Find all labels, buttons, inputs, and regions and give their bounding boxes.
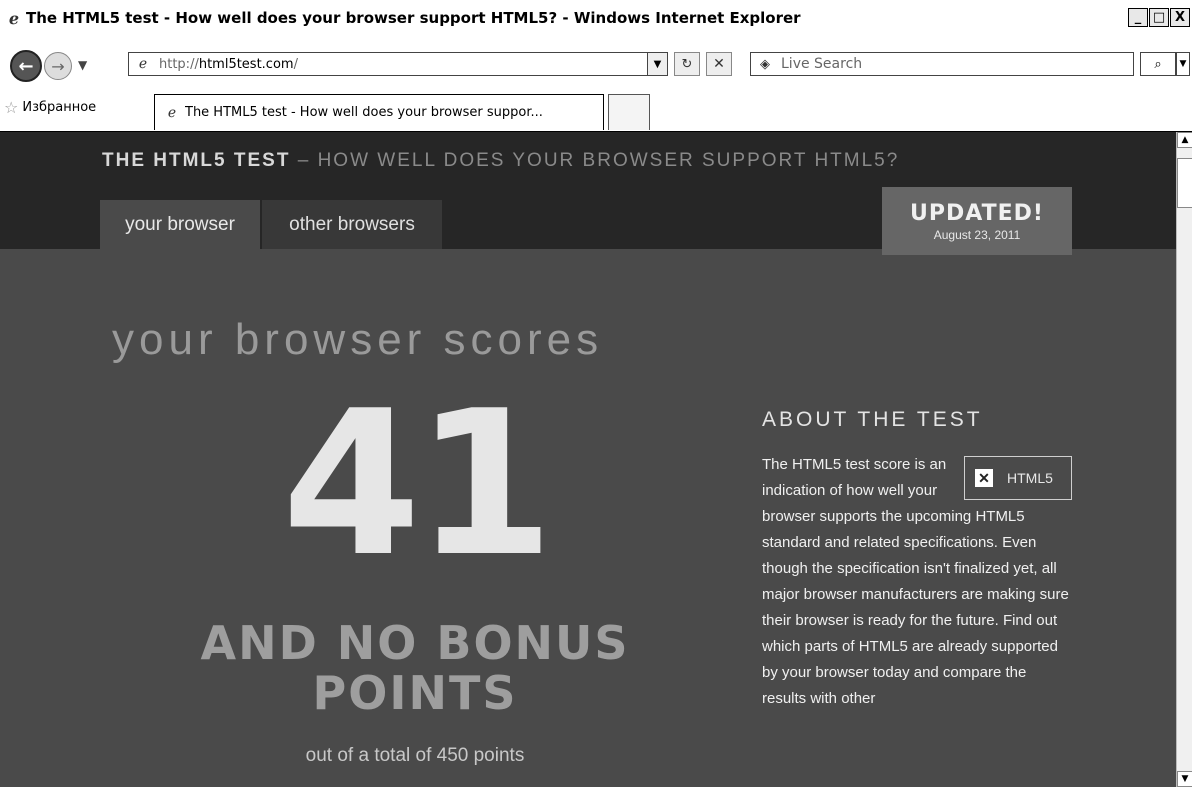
tab-your-browser[interactable]: your browser bbox=[100, 200, 260, 249]
back-button[interactable]: ← bbox=[10, 50, 42, 82]
html5-badge[interactable]: ✕ HTML5 bbox=[964, 456, 1072, 500]
site-header: THE HTML5 TEST – HOW WELL DOES YOUR BROW… bbox=[0, 132, 1176, 255]
html5-badge-label: HTML5 bbox=[1007, 470, 1053, 486]
tab-other-browsers[interactable]: other browsers bbox=[262, 200, 442, 249]
html5-x-icon: ✕ bbox=[975, 469, 993, 487]
search-icon: ⌕ bbox=[1154, 56, 1162, 72]
scroll-up-icon[interactable]: ▲ bbox=[1177, 132, 1192, 148]
tab-label: The HTML5 test - How well does your brow… bbox=[185, 105, 543, 120]
favorites-label: Избранное bbox=[22, 100, 97, 115]
page-icon: ℯ bbox=[167, 104, 177, 121]
bonus-text: AND NO BONUS POINTS bbox=[200, 616, 630, 720]
refresh-icon: ↻ bbox=[681, 56, 693, 72]
page-icon: ℯ bbox=[138, 56, 148, 72]
maximize-button[interactable]: □ bbox=[1149, 8, 1169, 27]
window-titlebar: ℯ The HTML5 test - How well does your br… bbox=[0, 0, 1192, 44]
close-button[interactable]: X bbox=[1170, 8, 1190, 27]
scroll-down-icon[interactable]: ▼ bbox=[1177, 771, 1192, 787]
score-value: 41 bbox=[281, 368, 554, 601]
search-placeholder: Live Search bbox=[781, 56, 863, 72]
tab-bar: ☆ Избранное ℯ The HTML5 test - How well … bbox=[0, 84, 1192, 132]
about-heading: ABOUT THE TEST bbox=[762, 408, 983, 431]
vertical-scrollbar[interactable]: ▲ ▼ bbox=[1176, 132, 1192, 787]
search-input[interactable]: ◈ Live Search bbox=[750, 52, 1134, 76]
total-points: out of a total of 450 points bbox=[305, 745, 525, 766]
refresh-button[interactable]: ↻ bbox=[674, 52, 700, 76]
ie-logo-icon: ℯ bbox=[8, 8, 20, 28]
navigation-toolbar: ← → ▼ ℯ http://html5test.com/ ▼ ↻ ✕ ◈ Li… bbox=[0, 44, 1192, 84]
updated-label: UPDATED! bbox=[910, 200, 1044, 226]
window-title: The HTML5 test - How well does your brow… bbox=[26, 9, 801, 27]
scroll-thumb[interactable] bbox=[1177, 158, 1192, 208]
stop-icon: ✕ bbox=[713, 56, 725, 72]
search-button[interactable]: ⌕ bbox=[1140, 52, 1176, 76]
updated-date: August 23, 2011 bbox=[933, 227, 1021, 242]
page-viewport: THE HTML5 TEST – HOW WELL DOES YOUR BROW… bbox=[0, 132, 1176, 787]
live-search-icon: ◈ bbox=[760, 56, 770, 72]
site-title: THE HTML5 TEST – HOW WELL DOES YOUR BROW… bbox=[102, 150, 900, 171]
stop-button[interactable]: ✕ bbox=[706, 52, 732, 76]
history-dropdown-icon[interactable]: ▼ bbox=[78, 58, 87, 72]
tab-html5test[interactable]: ℯ The HTML5 test - How well does your br… bbox=[154, 94, 604, 130]
address-dropdown-icon[interactable]: ▼ bbox=[647, 53, 667, 75]
about-text: ✕ HTML5 The HTML5 test score is an indic… bbox=[762, 452, 1072, 712]
scores-heading: your browser scores bbox=[112, 315, 604, 364]
forward-button[interactable]: → bbox=[44, 52, 72, 80]
forward-arrow-icon: → bbox=[51, 56, 65, 76]
minimize-button[interactable]: _ bbox=[1128, 8, 1148, 27]
new-tab-button[interactable] bbox=[608, 94, 650, 130]
address-url[interactable]: http://html5test.com/ bbox=[159, 57, 298, 72]
favorites-button[interactable]: ☆ Избранное bbox=[4, 98, 96, 117]
star-icon: ☆ bbox=[4, 98, 19, 117]
address-bar[interactable]: ℯ http://html5test.com/ ▼ bbox=[128, 52, 668, 76]
back-arrow-icon: ← bbox=[18, 55, 34, 77]
updated-badge[interactable]: UPDATED! August 23, 2011 bbox=[882, 187, 1072, 255]
search-options-dropdown-icon[interactable]: ▼ bbox=[1176, 52, 1190, 76]
